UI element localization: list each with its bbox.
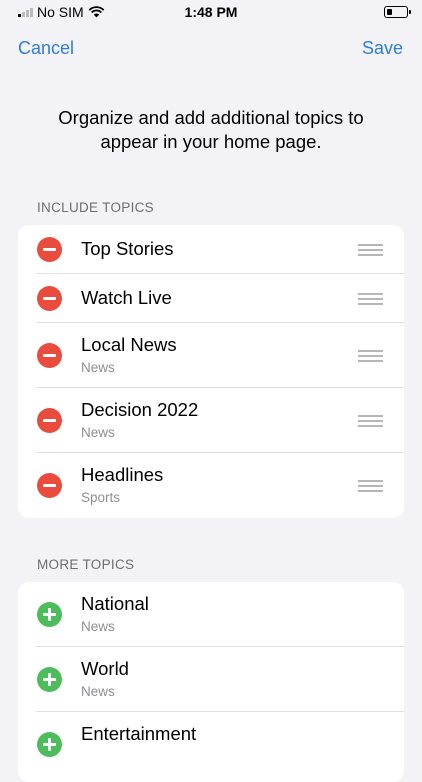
drag-handle-icon[interactable] [358, 293, 383, 305]
status-bar: No SIM 1:48 PM [0, 0, 422, 26]
topic-row-local-news: Local News News [18, 323, 404, 388]
drag-handle-icon[interactable] [358, 244, 383, 256]
topic-title: Headlines [81, 464, 164, 485]
topic-row-headlines: Headlines Sports [18, 453, 404, 518]
topic-subtitle: News [81, 425, 115, 440]
remove-icon[interactable] [37, 237, 62, 262]
add-icon[interactable] [37, 602, 62, 627]
battery-icon [384, 6, 411, 18]
remove-icon[interactable] [37, 343, 62, 368]
topic-title: Watch Live [81, 287, 172, 308]
drag-handle-icon[interactable] [358, 415, 383, 427]
status-time: 1:48 PM [184, 4, 238, 20]
topic-title: Top Stories [81, 238, 174, 259]
topic-title: National [81, 593, 149, 614]
topic-row-world[interactable]: World News [18, 647, 404, 712]
remove-icon[interactable] [37, 408, 62, 433]
topic-row-decision-2022: Decision 2022 News [18, 388, 404, 453]
more-topics-list: National News World News Entertainment [18, 582, 404, 782]
topic-subtitle: News [81, 684, 115, 699]
more-topics-header: MORE TOPICS [37, 557, 135, 572]
topic-title: Entertainment [81, 723, 197, 744]
topic-title: Local News [81, 334, 177, 355]
topic-subtitle: News [81, 360, 115, 375]
topic-title: World [81, 658, 129, 679]
topic-subtitle: News [81, 619, 115, 634]
save-button[interactable]: Save [362, 38, 403, 59]
cancel-button[interactable]: Cancel [18, 38, 74, 59]
add-icon[interactable] [37, 667, 62, 692]
intro-text: Organize and add additional topics to ap… [58, 107, 364, 152]
drag-handle-icon[interactable] [358, 480, 383, 492]
nav-bar: Cancel Save [0, 26, 422, 72]
add-icon[interactable] [37, 732, 62, 757]
topic-row-entertainment[interactable]: Entertainment [18, 712, 404, 777]
topic-subtitle: Sports [81, 490, 121, 505]
drag-handle-icon[interactable] [358, 350, 383, 362]
topic-title: Decision 2022 [81, 399, 199, 420]
topic-row-national[interactable]: National News [18, 582, 404, 647]
topic-row-top-stories: Top Stories [18, 225, 404, 274]
include-topics-header: INCLUDE TOPICS [37, 200, 154, 215]
remove-icon[interactable] [37, 473, 62, 498]
include-topics-list: Top Stories Watch Live Local News News D… [18, 225, 404, 518]
remove-icon[interactable] [37, 286, 62, 311]
topic-row-watch-live: Watch Live [18, 274, 404, 323]
